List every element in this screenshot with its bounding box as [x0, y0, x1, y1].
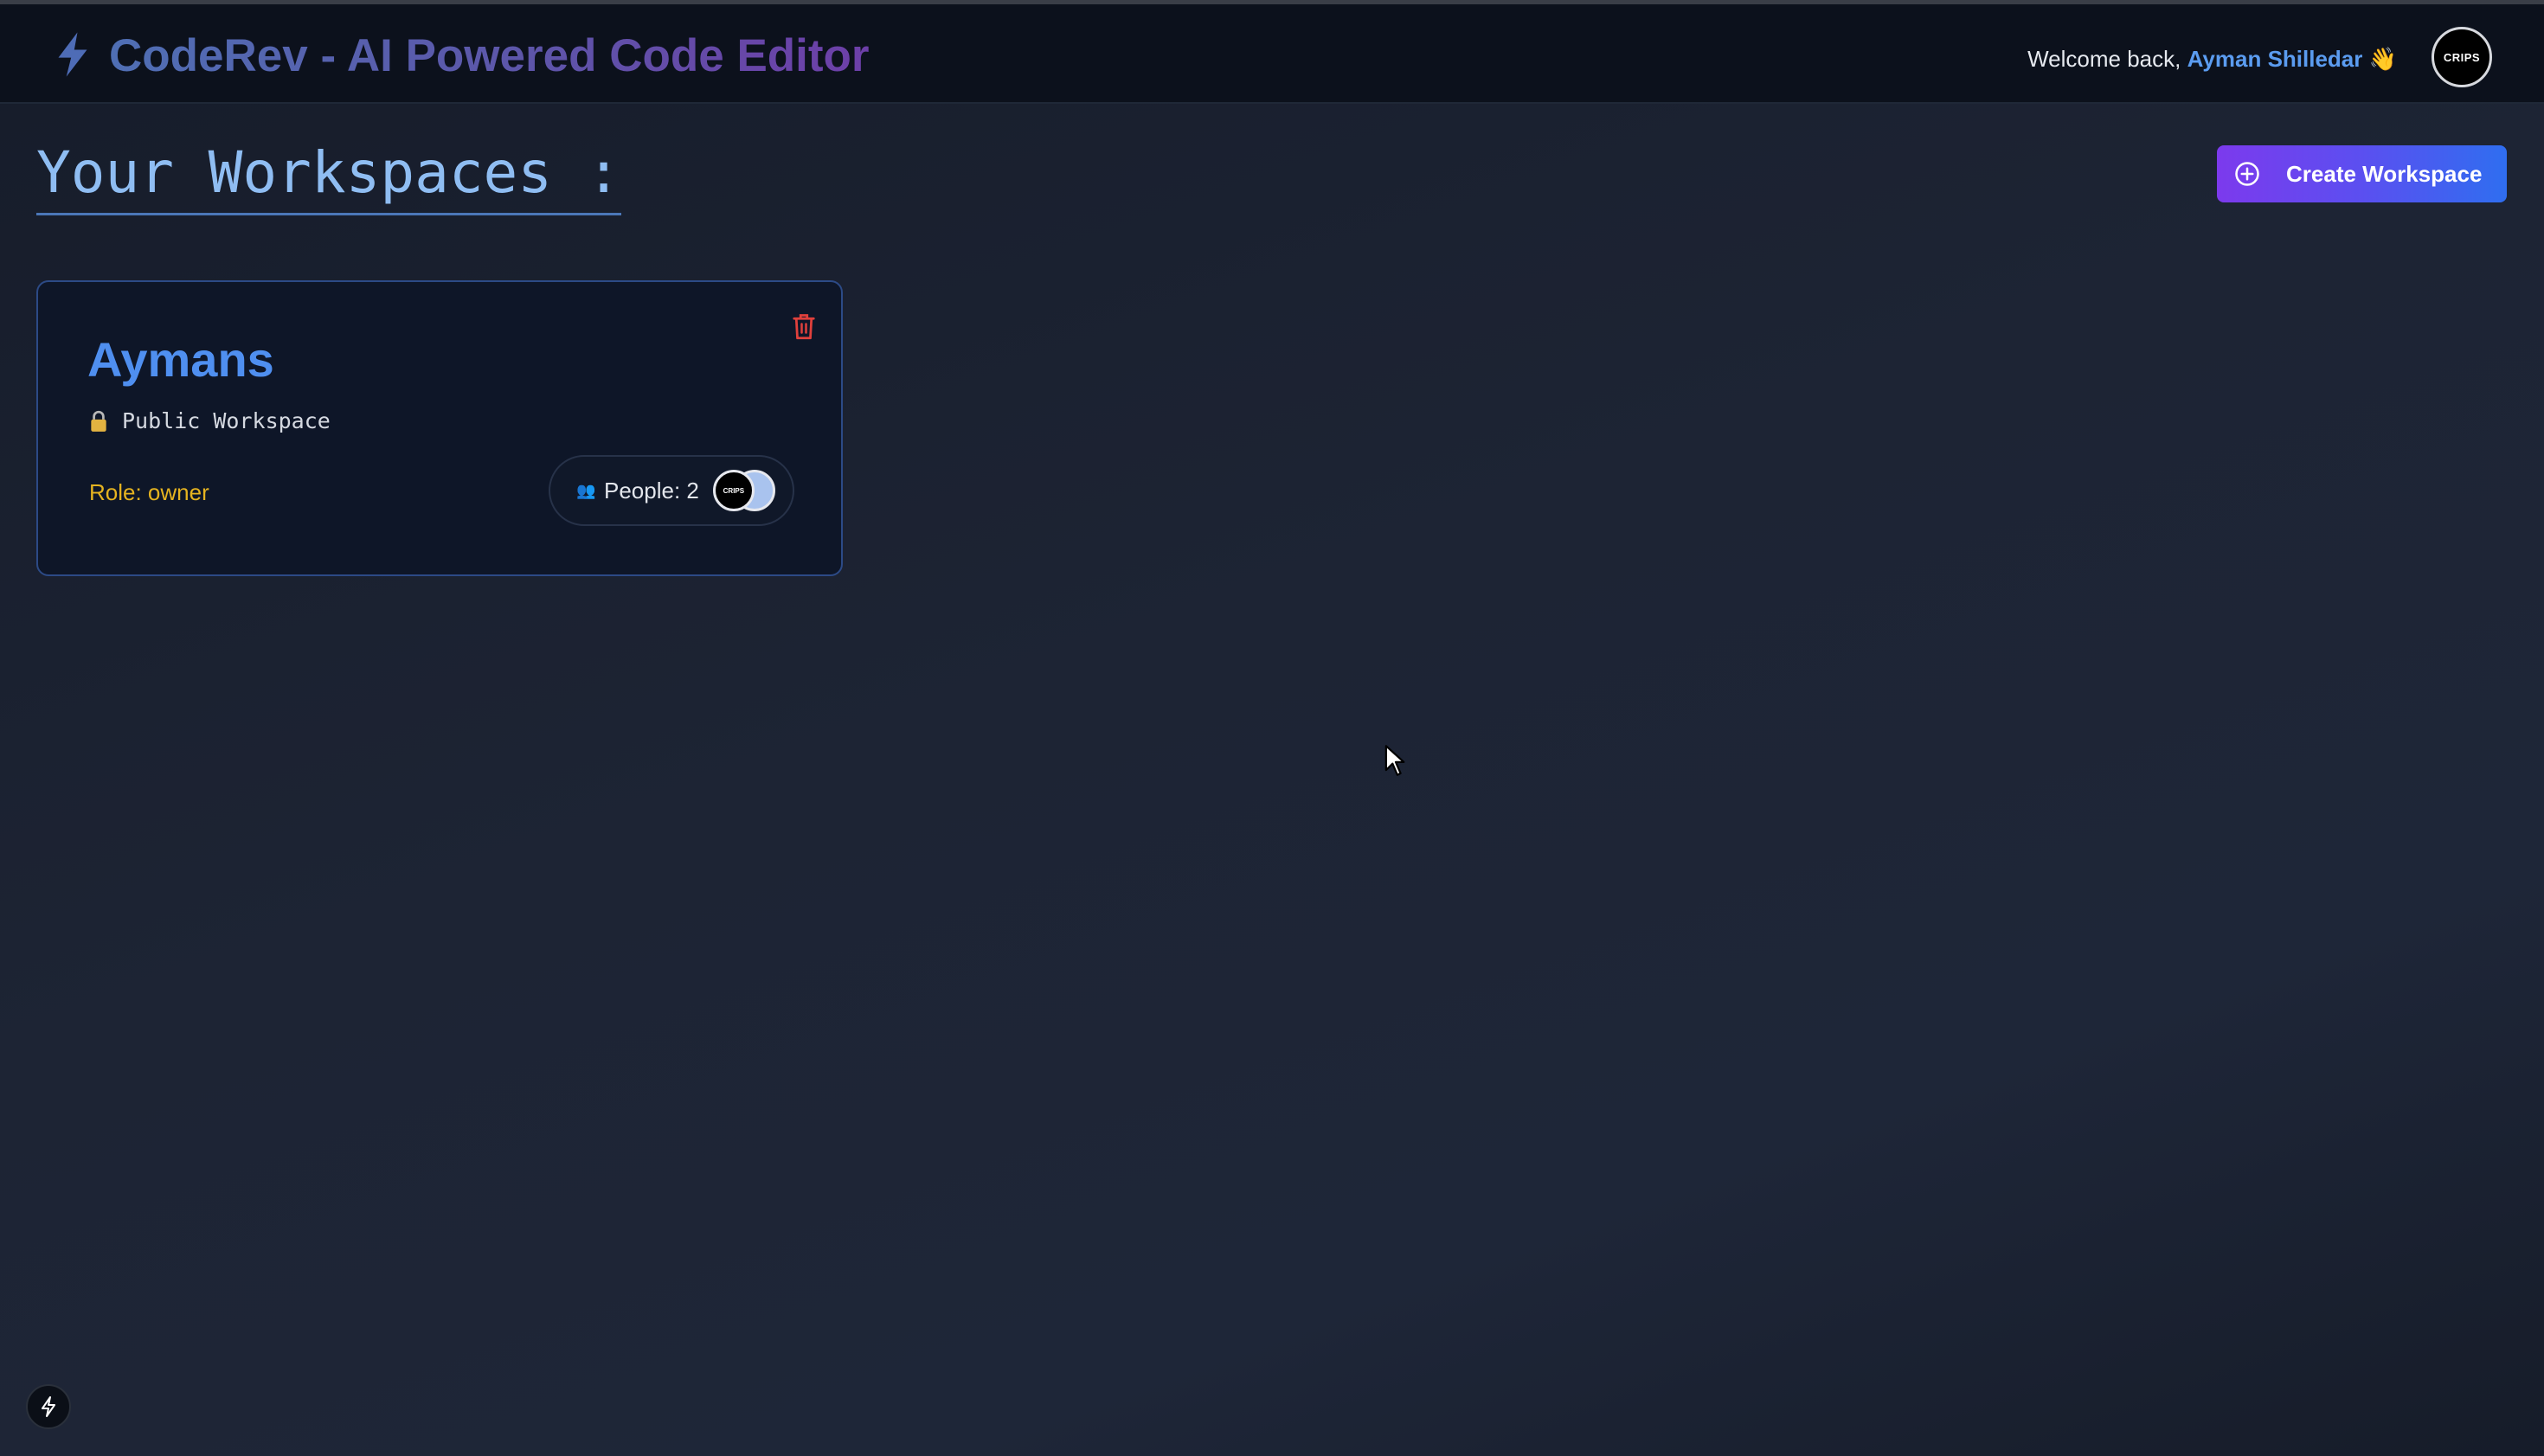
people-icon: 👥	[576, 482, 596, 499]
create-workspace-button[interactable]: Create Workspace	[2217, 145, 2507, 202]
workspace-role: Role: owner	[89, 479, 209, 505]
lightning-bolt-icon	[42, 1396, 55, 1417]
create-workspace-label: Create Workspace	[2286, 160, 2483, 187]
lightning-bolt-icon	[58, 32, 87, 77]
visibility-label: Public Workspace	[122, 408, 331, 433]
wave-emoji: 👋	[2368, 46, 2397, 72]
welcome-message: Welcome back, Ayman Shilledar 👋	[2027, 43, 2397, 74]
app-header: CodeRev - AI Powered Code Editor Welcome…	[0, 4, 2544, 104]
trash-icon[interactable]	[791, 311, 817, 341]
member-avatar: CRIPS	[712, 470, 755, 511]
plus-circle-icon	[2235, 162, 2259, 186]
people-badge[interactable]: 👥 People: 2 CRIPS	[549, 455, 794, 526]
dev-tools-badge[interactable]	[26, 1384, 71, 1429]
workspace-name: Aymans	[87, 332, 274, 387]
people-count: People: 2	[604, 477, 699, 504]
avatar-logo-text: CRIPS	[2443, 50, 2481, 64]
member-avatar-logo-text: CRIPS	[723, 486, 745, 495]
welcome-prefix: Welcome back,	[2027, 46, 2181, 72]
app-title: CodeRev - AI Powered Code Editor	[109, 27, 870, 86]
workspace-card[interactable]: Aymans Public Workspace Role: owner 👥 Pe…	[36, 280, 843, 576]
user-name: Ayman Shilledar	[2187, 46, 2363, 72]
lock-icon	[91, 410, 106, 432]
mouse-cursor-icon	[1384, 745, 1405, 776]
user-avatar[interactable]: CRIPS	[2432, 27, 2492, 87]
page-title: Your Workspaces :	[36, 138, 621, 215]
workspace-visibility: Public Workspace	[89, 408, 331, 433]
member-avatars: CRIPS	[712, 468, 782, 513]
